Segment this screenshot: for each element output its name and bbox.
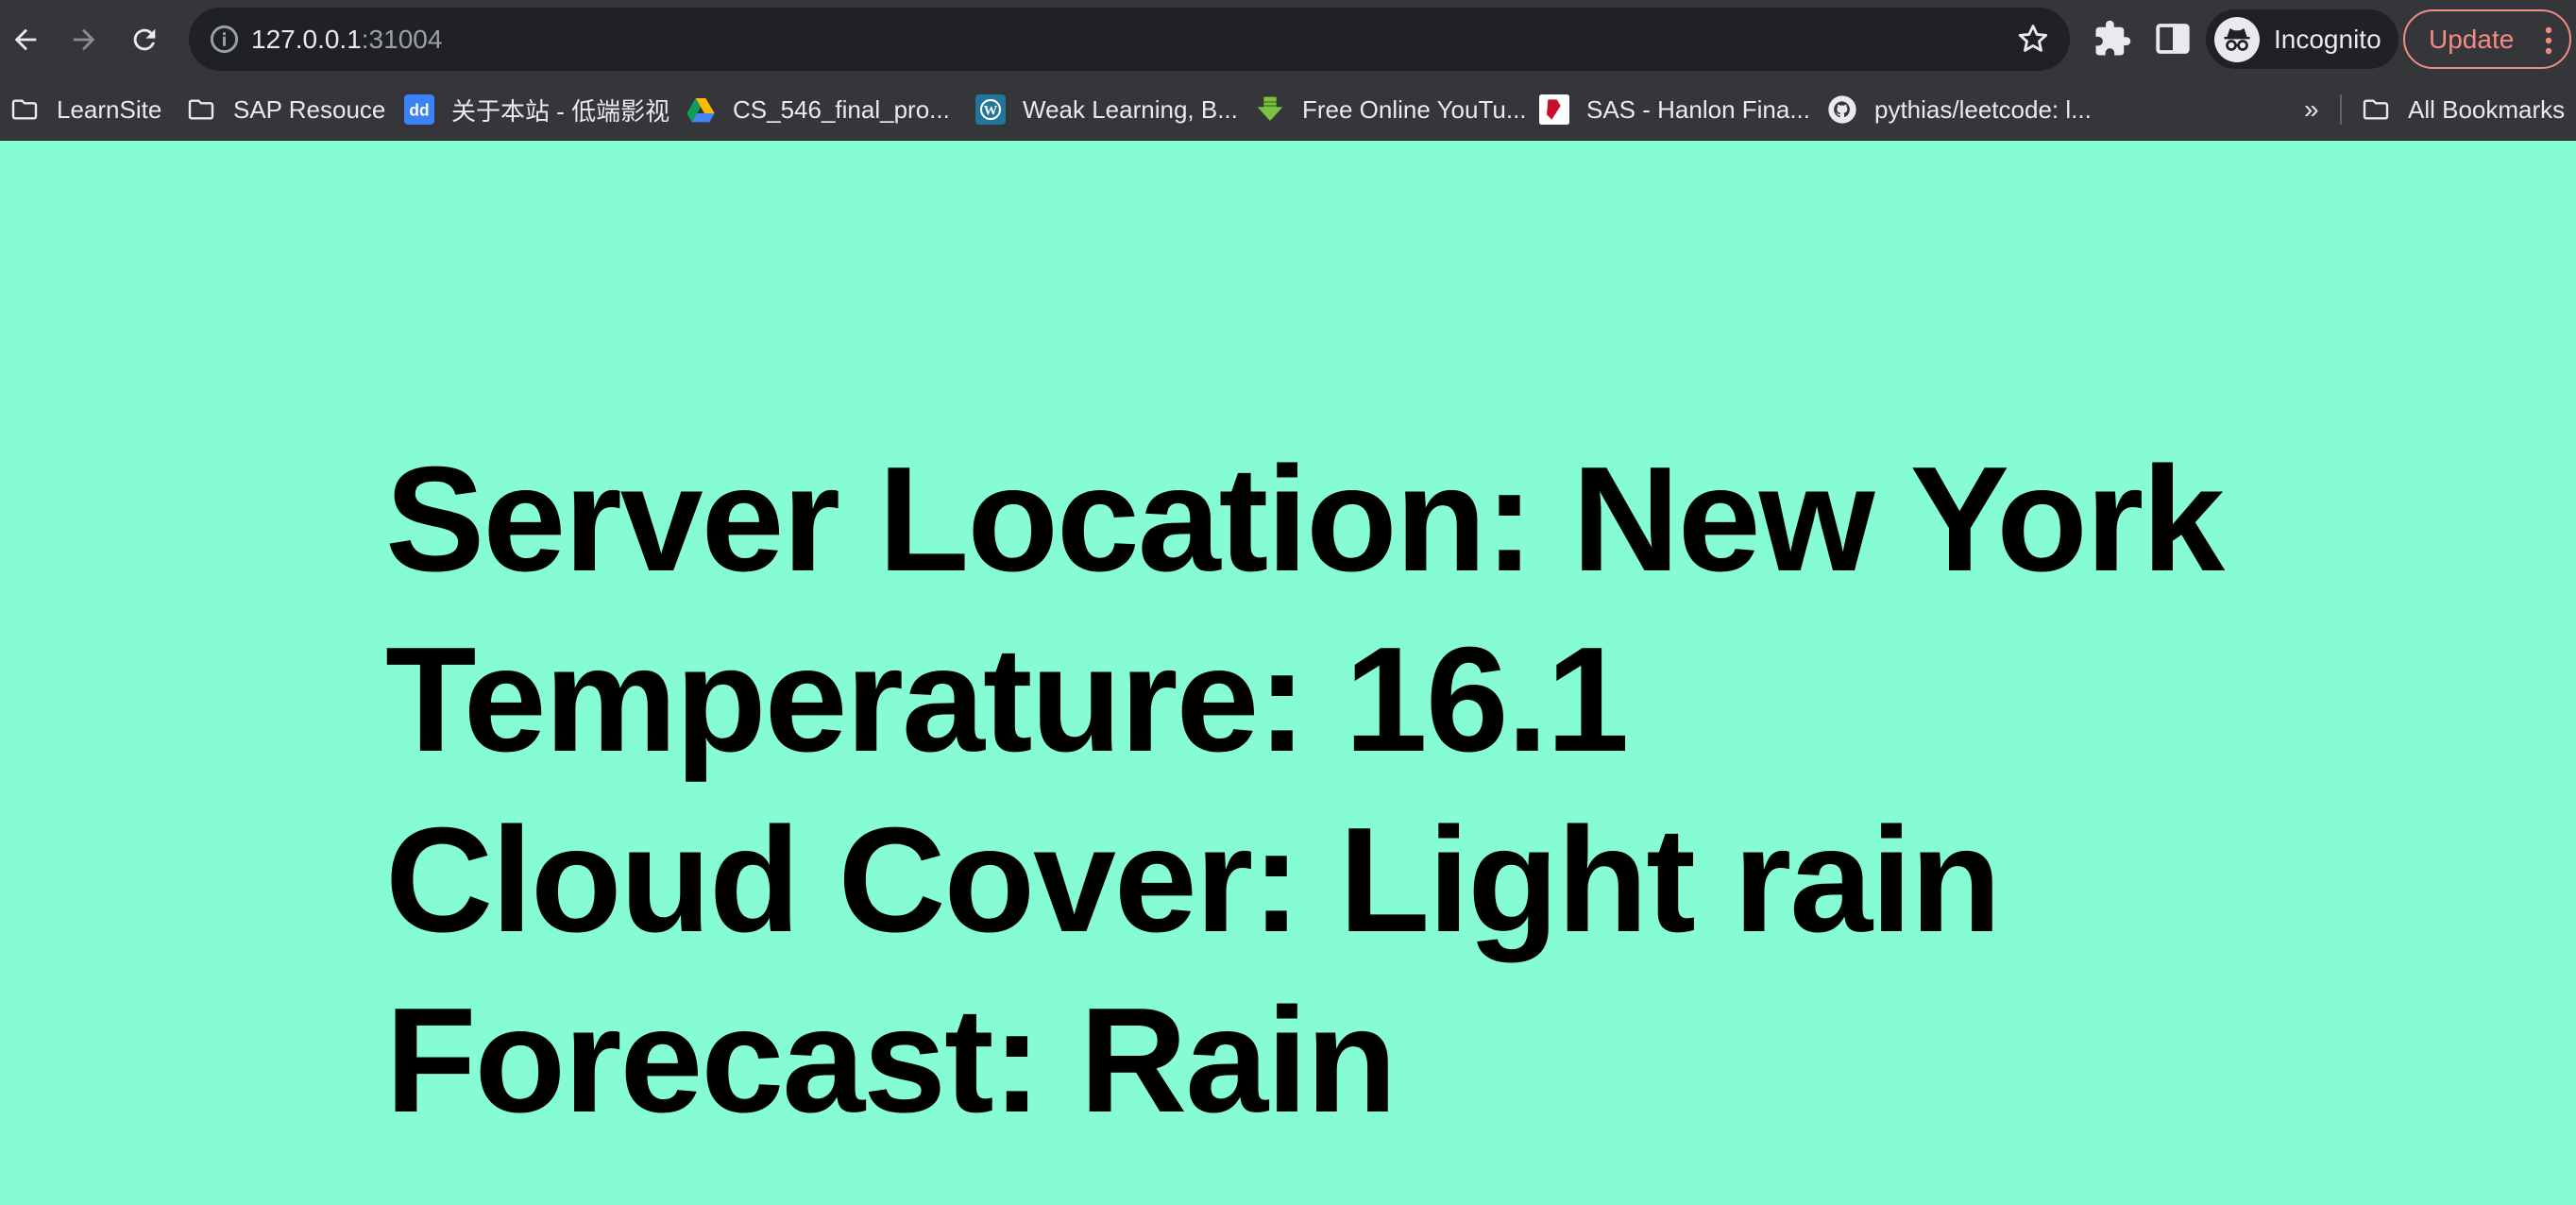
bookmark-item[interactable]: CS_546_final_pro... bbox=[686, 78, 950, 141]
folder-icon bbox=[2363, 99, 2389, 120]
forward-arrow-icon bbox=[73, 28, 95, 51]
browser-toolbar: 127.0.0.1:31004 Incognito Update bbox=[0, 0, 2576, 78]
sas-favicon bbox=[1539, 94, 1569, 125]
profile-label: Incognito bbox=[2274, 24, 2381, 54]
bookmarks-bar: LearnSite SAP Resouce dd 关于本站 - 低端影视 CS_… bbox=[0, 78, 2576, 141]
update-label: Update bbox=[2429, 24, 2515, 54]
menu-kebab-icon[interactable] bbox=[2545, 26, 2552, 55]
bookmark-item[interactable]: dd 关于本站 - 低端影视 bbox=[404, 78, 669, 141]
reload-button[interactable] bbox=[115, 10, 174, 69]
forward-button[interactable] bbox=[55, 10, 113, 69]
update-button[interactable]: Update bbox=[2403, 9, 2571, 69]
download-arrow-icon bbox=[1257, 96, 1283, 121]
bookmark-label: SAP Resouce bbox=[233, 94, 386, 124]
reload-icon bbox=[133, 28, 156, 51]
bookmark-label: Free Online YouTu... bbox=[1302, 94, 1527, 124]
all-bookmarks-label: All Bookmarks bbox=[2408, 94, 2566, 124]
bookmark-label: pythias/leetcode: l... bbox=[1874, 94, 2092, 124]
incognito-icon bbox=[2214, 16, 2260, 62]
bookmark-label: LearnSite bbox=[57, 94, 162, 124]
more-bookmarks-chevron[interactable]: » bbox=[2304, 78, 2319, 141]
cloud-cover-line: Cloud Cover: Light rain bbox=[385, 797, 2002, 963]
address-bar[interactable]: 127.0.0.1:31004 bbox=[189, 8, 2070, 71]
url-port: :31004 bbox=[361, 25, 443, 54]
svg-text:W: W bbox=[984, 103, 998, 118]
temperature-line: Temperature: 16.1 bbox=[385, 617, 1629, 783]
bookmark-item[interactable]: pythias/leetcode: l... bbox=[1827, 78, 2092, 141]
site-info-icon[interactable] bbox=[208, 23, 241, 56]
bookmark-star-icon[interactable] bbox=[2015, 21, 2051, 57]
weather-info: Server Location: New York Temperature: 1… bbox=[385, 430, 2225, 1151]
bookmark-label: CS_546_final_pro... bbox=[733, 94, 950, 124]
svg-text:dd: dd bbox=[409, 101, 429, 120]
bookmark-label: 关于本站 - 低端影视 bbox=[451, 96, 670, 126]
dd-favicon: dd bbox=[404, 94, 434, 125]
side-panel-icon[interactable] bbox=[2153, 19, 2193, 59]
folder-icon bbox=[188, 99, 214, 120]
back-arrow-icon bbox=[14, 28, 37, 51]
github-icon bbox=[1828, 95, 1856, 124]
all-bookmarks-button[interactable]: All Bookmarks bbox=[2361, 78, 2565, 141]
wordpress-icon: W bbox=[975, 94, 1006, 125]
bookmark-label: Weak Learning, B... bbox=[1023, 94, 1238, 124]
bookmark-item[interactable]: W Weak Learning, B... bbox=[975, 78, 1238, 141]
bookmark-item[interactable]: LearnSite bbox=[9, 78, 161, 141]
google-drive-icon bbox=[686, 98, 715, 123]
bookmark-label: SAS - Hanlon Fina... bbox=[1586, 94, 1810, 124]
bookmarks-divider bbox=[2340, 94, 2342, 125]
url-text[interactable]: 127.0.0.1:31004 bbox=[251, 8, 442, 71]
bookmark-item[interactable]: SAS - Hanlon Fina... bbox=[1539, 78, 1810, 141]
url-host: 127.0.0.1 bbox=[251, 25, 362, 54]
extensions-puzzle-icon[interactable] bbox=[2093, 19, 2132, 59]
incognito-profile-button[interactable]: Incognito bbox=[2206, 9, 2398, 69]
bookmark-item[interactable]: SAP Resouce bbox=[186, 78, 385, 141]
back-button[interactable] bbox=[0, 10, 55, 69]
server-location-line: Server Location: New York bbox=[385, 436, 2225, 602]
folder-icon bbox=[11, 99, 38, 120]
bookmark-item[interactable]: Free Online YouTu... bbox=[1255, 78, 1527, 141]
forecast-line: Forecast: Rain bbox=[385, 977, 1398, 1144]
